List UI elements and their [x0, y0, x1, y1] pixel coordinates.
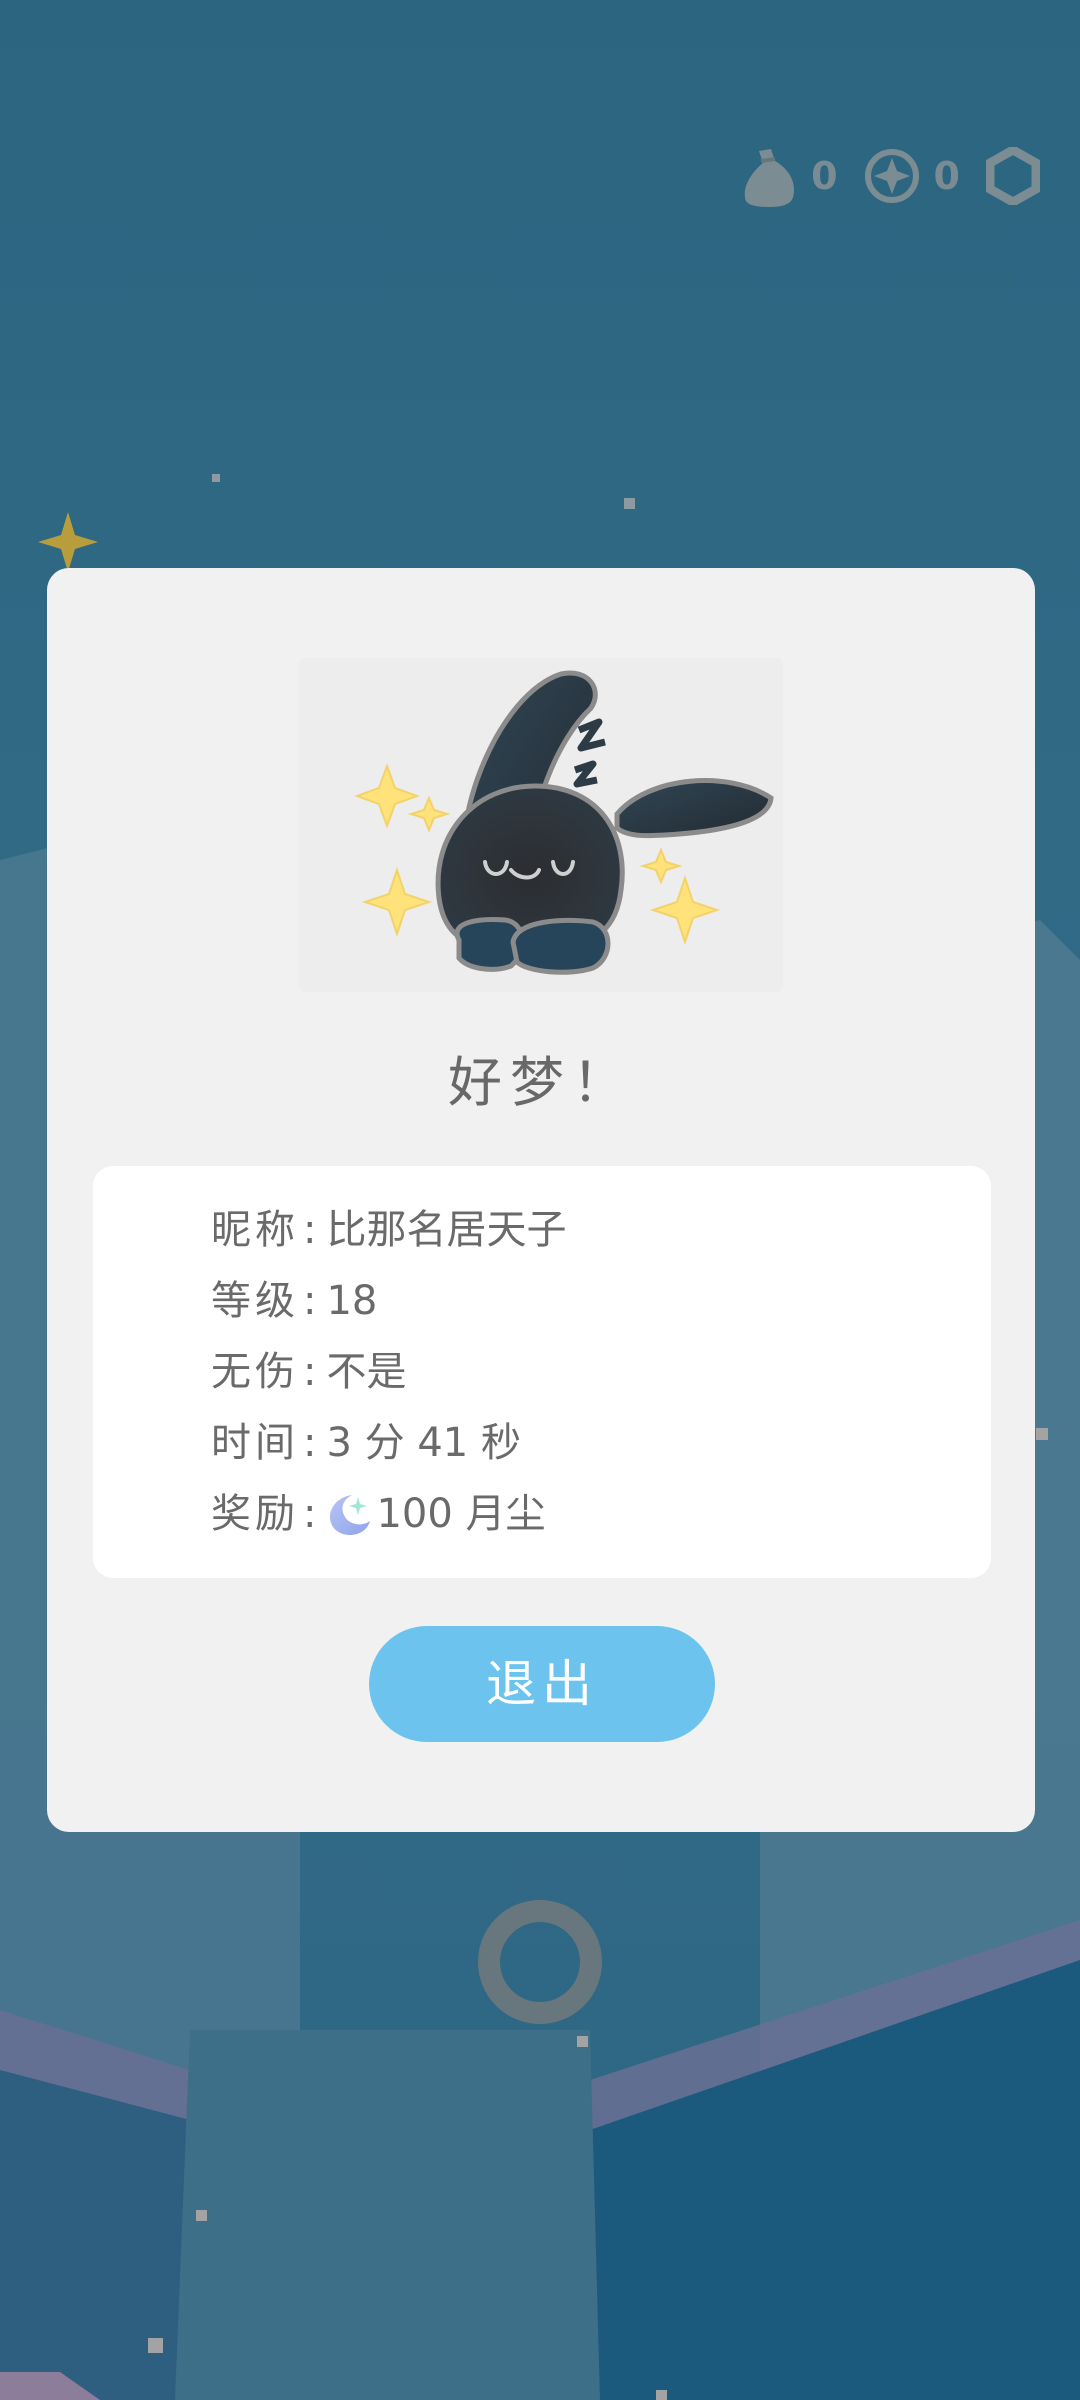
nickname-label: 昵称 — [211, 1207, 299, 1253]
no-damage-value: 不是 — [326, 1349, 407, 1395]
reward-label: 奖励 — [211, 1491, 299, 1537]
hexagon-icon — [986, 147, 1040, 205]
stat-row-time: 时间 : 3 分 41 秒 — [211, 1415, 521, 1471]
reward-value: 100 月尘 — [376, 1491, 546, 1537]
no-damage-label: 无伤 — [211, 1349, 299, 1395]
separator: : — [303, 1349, 317, 1395]
separator: : — [303, 1207, 317, 1253]
separator: : — [303, 1420, 317, 1466]
nickname-value: 比那名居天子 — [326, 1207, 567, 1253]
separator: : — [303, 1491, 317, 1537]
result-title: 好梦！ — [448, 1051, 634, 1114]
stat-row-nickname: 昵称 : 比那名居天子 — [211, 1202, 566, 1258]
sleeping-bunny-illustration — [299, 658, 783, 992]
compass-icon — [864, 148, 920, 204]
bag-icon — [741, 145, 797, 207]
time-label: 时间 — [211, 1420, 299, 1466]
bag-counter[interactable]: 0 — [741, 145, 838, 207]
exit-button[interactable]: 退出 — [369, 1626, 715, 1742]
stats-card: 昵称 : 比那名居天子 等级 : 18 无伤 : 不是 时间 : 3 分 41 … — [93, 1166, 991, 1578]
stat-row-reward: 奖励 : 100 月尘 — [211, 1486, 546, 1542]
stat-row-no-damage: 无伤 : 不是 — [211, 1344, 406, 1400]
stat-row-level: 等级 : 18 — [211, 1273, 377, 1329]
result-modal: 好梦！ 昵称 : 比那名居天子 等级 : 18 无伤 : 不是 时间 : 3 分… — [47, 568, 1035, 1832]
level-label: 等级 — [211, 1278, 299, 1324]
hud-bar: 0 0 — [741, 145, 1040, 207]
time-value: 3 分 41 秒 — [326, 1420, 521, 1466]
moon-dust-icon — [326, 1491, 372, 1537]
level-value: 18 — [326, 1278, 378, 1324]
compass-count: 0 — [933, 154, 960, 198]
settings-button[interactable] — [986, 147, 1040, 205]
bag-count: 0 — [811, 154, 838, 198]
compass-counter[interactable]: 0 — [864, 148, 960, 204]
separator: : — [303, 1278, 317, 1324]
